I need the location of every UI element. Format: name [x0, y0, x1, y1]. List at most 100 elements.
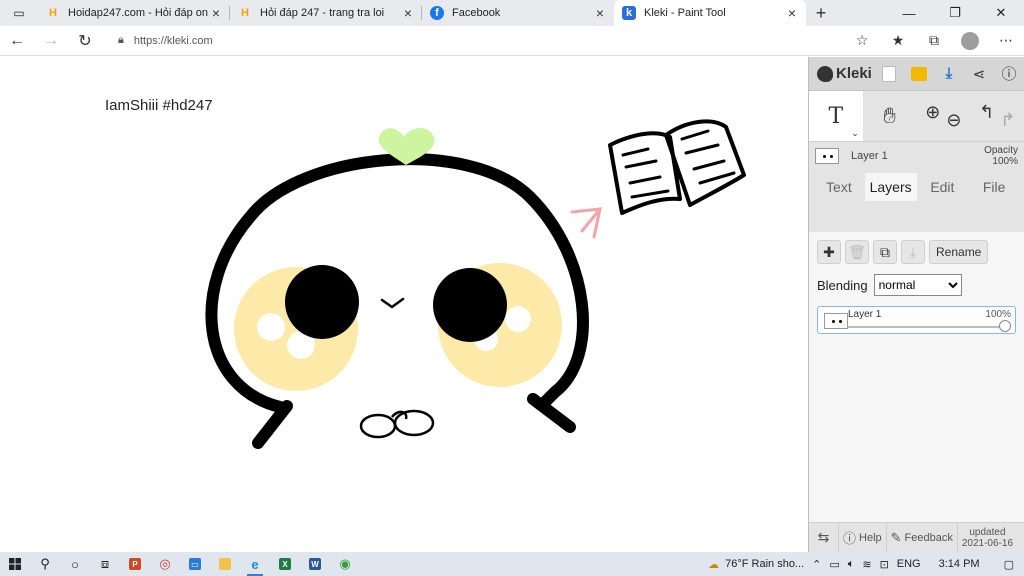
restore-icon[interactable]: ❐	[932, 0, 978, 26]
back-icon[interactable]: ←	[0, 26, 34, 56]
browser-tab-hoidap1[interactable]: H Hoidap247.com - Hỏi đáp online ×	[38, 0, 230, 26]
drawing-canvas[interactable]: IamShiii #hd247	[0, 57, 808, 552]
tab-title: Facebook	[452, 7, 501, 19]
left-arm	[252, 400, 293, 449]
notifications-icon[interactable]: ▢	[994, 558, 1024, 571]
address-bar: ← → ↻ 🔒︎ https://kleki.com ☆ ★ ⧉ ⋯	[0, 26, 1024, 56]
close-window-icon[interactable]: ✕	[978, 0, 1024, 26]
new-image-icon	[882, 65, 896, 82]
download-icon[interactable]: ⤓	[934, 57, 964, 91]
duplicate-layer-icon[interactable]: ⧉	[873, 240, 897, 264]
opacity-slider-handle[interactable]	[999, 320, 1011, 332]
collections-icon[interactable]: ⧉	[916, 32, 952, 49]
tab-layers[interactable]: Layers	[864, 173, 917, 201]
excel-icon[interactable]: X	[270, 552, 300, 576]
search-icon[interactable]: ⚲	[30, 552, 60, 576]
add-favorite-icon[interactable]: ☆	[844, 32, 880, 49]
lock-icon: 🔒︎	[118, 34, 124, 46]
delete-layer-icon[interactable]: 🗑︎	[845, 240, 869, 264]
powerpoint-icon[interactable]: P	[120, 552, 150, 576]
zoom-out-icon[interactable]: ⊖	[946, 110, 961, 131]
swap-sides-icon[interactable]: ⇆	[809, 522, 839, 553]
chevron-down-icon[interactable]: ⌄	[851, 128, 859, 139]
more-icon[interactable]: ⋯	[988, 32, 1024, 49]
clock[interactable]: 3:14 PM	[925, 558, 994, 570]
chrome-icon[interactable]: ◉	[330, 552, 360, 576]
kleki-logo[interactable]: Kleki	[817, 65, 874, 82]
file-explorer-icon[interactable]	[210, 552, 240, 576]
weather-text: 76°F Rain sho...	[725, 558, 805, 570]
right-hand	[393, 409, 435, 437]
language-indicator[interactable]: ENG	[893, 558, 925, 570]
right-sparkle	[505, 306, 531, 332]
feedback-link[interactable]: ✎ Feedback	[887, 522, 958, 553]
browser-tab-bar: ▭ H Hoidap247.com - Hỏi đáp online × H H…	[0, 0, 1024, 26]
volume-icon[interactable]: 🔈︎	[844, 558, 859, 571]
blending-select[interactable]: normal	[873, 274, 962, 296]
forward-icon[interactable]: →	[34, 26, 68, 56]
merge-layer-icon[interactable]: ⤓	[901, 240, 925, 264]
favorites-icon[interactable]: ★	[880, 32, 916, 49]
kleki-panel: Kleki ⤓ ⋖ ⓘ T ⌄ ✋︎ ⊕ ⊖ ↰ ↱ Layer 1 Opaci…	[808, 57, 1024, 553]
layer-thumbnail	[824, 313, 848, 329]
close-tab-icon[interactable]: ×	[592, 5, 608, 21]
display-icon[interactable]: ▭	[180, 552, 210, 576]
network-icon[interactable]: ⊡	[876, 558, 893, 571]
minimize-icon[interactable]: —	[886, 0, 932, 26]
chevron-up-icon[interactable]: ⌃	[808, 558, 825, 571]
tab-text[interactable]: Text	[813, 173, 865, 201]
rename-button[interactable]: Rename	[929, 240, 989, 264]
opacity-slider-track[interactable]	[848, 326, 1005, 328]
tab-file[interactable]: File	[968, 173, 1020, 201]
opacity-label: Opacity	[984, 144, 1018, 156]
help-icon[interactable]: ⓘ	[994, 57, 1024, 91]
open-image-button[interactable]	[904, 57, 934, 91]
close-tab-icon[interactable]: ×	[784, 5, 800, 21]
right-eye	[433, 268, 507, 342]
hand-tool-button[interactable]: ✋︎	[863, 91, 917, 141]
browser-tab-facebook[interactable]: f Facebook ×	[422, 0, 614, 26]
zoom-buttons: ⊕ ⊖	[917, 91, 971, 141]
browser-tab-hoidap2[interactable]: H Hỏi đáp 247 - trang tra loi ×	[230, 0, 422, 26]
task-view-icon[interactable]: ⧈	[90, 552, 120, 576]
undo-icon[interactable]: ↰	[979, 102, 994, 123]
new-image-button[interactable]	[874, 57, 904, 91]
left-sparkle	[257, 313, 285, 341]
cortana-icon[interactable]: ○	[60, 552, 90, 576]
share-icon[interactable]: ⋖	[964, 57, 994, 91]
system-tray: ☁︎ 76°F Rain sho... ⌃ ▭ 🔈︎ ≋ ⊡ ENG 3:14 …	[704, 552, 1024, 576]
zoom-in-icon[interactable]: ⊕	[925, 102, 940, 123]
windows-start-icon[interactable]	[0, 552, 30, 576]
updated-label: updated	[969, 526, 1006, 538]
updated-info: updated 2021-06-16	[958, 527, 1017, 549]
drawing	[205, 119, 746, 449]
avatar[interactable]	[961, 31, 979, 50]
tab-edit[interactable]: Edit	[917, 173, 969, 201]
recorder-icon[interactable]: ◎	[150, 552, 180, 576]
url-field[interactable]: 🔒︎ https://kleki.com	[110, 30, 830, 52]
redo-icon[interactable]: ↱	[1000, 110, 1015, 131]
browser-tab-kleki[interactable]: k Kleki - Paint Tool ×	[614, 0, 806, 26]
layer-opacity: Opacity 100%	[984, 145, 1018, 167]
word-icon[interactable]: W	[300, 552, 330, 576]
kleki-logo-text: Kleki	[836, 65, 872, 82]
feedback-icon: ✎	[890, 529, 902, 545]
battery-icon[interactable]: ▭	[825, 558, 843, 571]
layer-thumbnail[interactable]	[815, 147, 839, 164]
weather-widget[interactable]: ☁︎ 76°F Rain sho...	[704, 558, 808, 571]
refresh-icon[interactable]: ↻	[68, 26, 102, 56]
new-tab-icon[interactable]: +	[806, 0, 836, 26]
blending-label: Blending	[817, 277, 868, 293]
close-tab-icon[interactable]: ×	[208, 5, 224, 21]
kleki-logo-icon	[817, 65, 833, 82]
wifi-icon[interactable]: ≋	[858, 558, 875, 571]
panel-header-actions: ⤓ ⋖ ⓘ	[874, 57, 1024, 91]
text-tool-button[interactable]: T ⌄	[809, 91, 863, 141]
help-link[interactable]: ⓘ Help	[839, 522, 887, 553]
weather-icon: ☁︎	[708, 558, 720, 571]
tab-actions-icon[interactable]: ▭	[0, 0, 38, 26]
edge-icon[interactable]: e	[240, 552, 270, 576]
add-layer-icon[interactable]: ✚	[817, 240, 841, 264]
close-tab-icon[interactable]: ×	[400, 5, 416, 21]
layer-item[interactable]: Layer 1 100%	[817, 306, 1016, 334]
